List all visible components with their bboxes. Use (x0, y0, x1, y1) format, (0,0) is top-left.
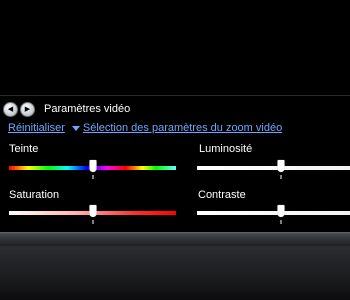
hue-slider-tick (92, 175, 93, 179)
video-settings-panel: ◀ ▶ Paramètres vidéo Réinitialiser Sélec… (0, 95, 350, 233)
panel-title: Paramètres vidéo (44, 103, 131, 115)
video-display (0, 0, 350, 95)
brightness-slider-track[interactable] (197, 166, 350, 170)
saturation-label: Saturation (9, 189, 60, 201)
chevron-right-icon: ▶ (24, 105, 31, 113)
contrast-slider-tick (280, 220, 281, 224)
contrast-slider-track[interactable] (197, 211, 350, 215)
hue-label: Teinte (9, 143, 39, 155)
hue-slider-thumb[interactable] (89, 160, 96, 172)
player-controls-bar (0, 246, 350, 300)
saturation-slider-thumb[interactable] (89, 205, 96, 217)
zoom-settings-link[interactable]: Sélection des paramètres du zoom vidéo (83, 122, 282, 134)
panel-header: ◀ ▶ Paramètres vidéo (3, 101, 130, 117)
chevron-left-icon: ◀ (7, 105, 14, 113)
contrast-label: Contraste (198, 189, 246, 201)
contrast-slider-thumb[interactable] (277, 205, 284, 217)
back-button[interactable]: ◀ (3, 101, 18, 117)
dropdown-arrow-icon[interactable] (71, 125, 80, 131)
reset-link[interactable]: Réinitialiser (8, 122, 65, 134)
panel-divider (0, 232, 350, 247)
forward-button[interactable]: ▶ (20, 101, 35, 117)
saturation-slider-tick (92, 220, 93, 224)
brightness-label: Luminosité (199, 143, 253, 155)
brightness-slider-tick (280, 175, 281, 179)
brightness-slider-thumb[interactable] (277, 160, 284, 172)
panel-links: Réinitialiser Sélection des paramètres d… (8, 122, 282, 134)
